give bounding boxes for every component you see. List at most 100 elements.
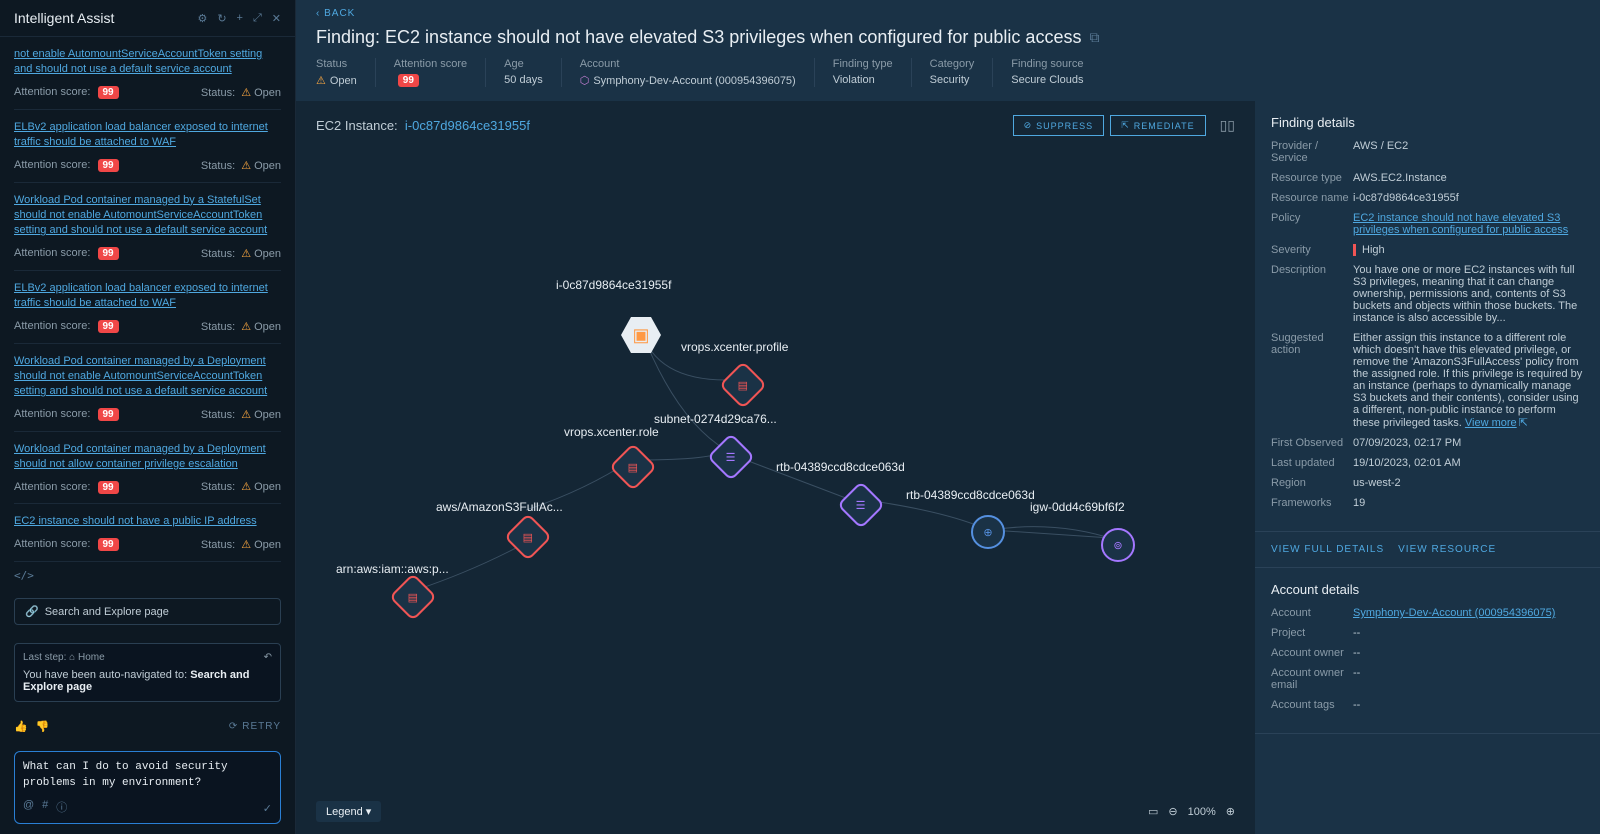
- last-step-box: Last step: ⌂ Home ↶ You have been auto-n…: [14, 643, 281, 702]
- status: Status: ⚠Open: [201, 538, 281, 551]
- top-header: ‹ BACK Finding: EC2 instance should not …: [296, 0, 1600, 101]
- search-explore-label: Search and Explore page: [45, 606, 169, 618]
- details-panel[interactable]: Finding details Provider / ServiceAWS / …: [1255, 101, 1600, 834]
- plus-icon[interactable]: +: [237, 12, 243, 25]
- zoom-in-icon[interactable]: ⊕: [1226, 805, 1235, 818]
- meta-row: Status ⚠Open Attention score 99 Age 50 d…: [316, 58, 1580, 87]
- search-explore-button[interactable]: 🔗 Search and Explore page: [14, 598, 281, 625]
- sidebar: Intelligent Assist ⚙ ↻ + ⤢ ✕ not enable …: [0, 0, 296, 834]
- sidebar-header-icons: ⚙ ↻ + ⤢ ✕: [197, 12, 281, 25]
- refresh-icon[interactable]: ↻: [217, 12, 226, 25]
- node-rtb2[interactable]: ⊕: [971, 515, 1005, 549]
- home-icon: ⌂: [69, 652, 75, 663]
- node-label-s3: aws/AmazonS3FullAc...: [436, 500, 563, 514]
- node-subnet[interactable]: ☰: [714, 440, 748, 474]
- view-resource-link[interactable]: VIEW RESOURCE: [1398, 544, 1496, 555]
- attention-score: Attention score: 99: [14, 320, 119, 332]
- finding-link[interactable]: Workload Pod container managed by a Depl…: [14, 354, 281, 400]
- last-step-value: Home: [78, 652, 105, 663]
- main: ‹ BACK Finding: EC2 instance should not …: [296, 0, 1600, 834]
- status: Status: ⚠Open: [201, 159, 281, 172]
- attention-score: Attention score: 99: [14, 247, 119, 259]
- thumbs-down-icon[interactable]: 👎: [36, 720, 50, 733]
- finding-link[interactable]: EC2 instance should not have a public IP…: [14, 514, 281, 529]
- finding-link[interactable]: Workload Pod container managed by a Depl…: [14, 442, 281, 473]
- status: Status: ⚠Open: [201, 408, 281, 421]
- info-icon[interactable]: ⓘ: [56, 799, 67, 815]
- thumbs-up-icon[interactable]: 👍: [14, 720, 28, 733]
- attention-score: Attention score: 99: [14, 86, 119, 98]
- view-more-link[interactable]: View more: [1465, 417, 1517, 429]
- prompt-input-box[interactable]: What can I do to avoid security problems…: [14, 751, 281, 824]
- fit-icon[interactable]: ▭: [1148, 805, 1158, 818]
- external-icon: ⇱: [1121, 120, 1130, 131]
- code-icon[interactable]: </>: [0, 563, 295, 588]
- finding-details-title: Finding details: [1271, 115, 1584, 130]
- at-icon[interactable]: @: [23, 799, 34, 815]
- finding-link[interactable]: not enable AutomountServiceAccountToken …: [14, 47, 281, 78]
- remediate-button[interactable]: ⇱REMEDIATE: [1110, 115, 1205, 136]
- legend-button[interactable]: Legend ▾: [316, 801, 381, 822]
- sidebar-actions: 👍 👎 ⟳ RETRY: [0, 710, 295, 743]
- finding-title: Finding: EC2 instance should not have el…: [316, 27, 1580, 48]
- status: Status: ⚠Open: [201, 320, 281, 333]
- node-label-rtb1: rtb-04389ccd8cdce063d: [776, 460, 905, 474]
- finding-link[interactable]: Workload Pod container managed by a Stat…: [14, 193, 281, 239]
- suppress-button[interactable]: ⊘SUPPRESS: [1013, 115, 1105, 136]
- sidebar-header: Intelligent Assist ⚙ ↻ + ⤢ ✕: [0, 0, 295, 37]
- finding-link[interactable]: ELBv2 application load balancer exposed …: [14, 281, 281, 312]
- node-label-arn: arn:aws:iam::aws:p...: [336, 562, 449, 576]
- severity-bar: [1353, 244, 1356, 256]
- node-s3[interactable]: ▤: [511, 520, 545, 554]
- policy-link[interactable]: EC2 instance should not have elevated S3…: [1353, 212, 1568, 236]
- external-link-icon: ⇱: [1519, 417, 1528, 429]
- node-profile[interactable]: ▤: [726, 368, 760, 402]
- account-link[interactable]: Symphony-Dev-Account (000954396075): [1353, 607, 1555, 619]
- finding-item[interactable]: EC2 instance should not have a public IP…: [14, 504, 281, 561]
- finding-item[interactable]: ELBv2 application load balancer exposed …: [14, 110, 281, 183]
- status: Status: ⚠Open: [201, 480, 281, 493]
- attention-score: Attention score: 99: [14, 481, 119, 493]
- view-full-details-link[interactable]: VIEW FULL DETAILS: [1271, 544, 1384, 555]
- finding-item[interactable]: Workload Pod container managed by a Stat…: [14, 183, 281, 271]
- copy-icon[interactable]: ⧉: [1089, 29, 1099, 46]
- back-link[interactable]: ‹ BACK: [316, 8, 1580, 19]
- zoom-out-icon[interactable]: ⊖: [1168, 805, 1177, 818]
- sidebar-title: Intelligent Assist: [14, 10, 114, 26]
- finding-link[interactable]: ELBv2 application load balancer exposed …: [14, 120, 281, 151]
- node-label-subnet: subnet-0274d29ca76...: [654, 412, 777, 426]
- node-ec2-instance[interactable]: ▣: [621, 315, 661, 355]
- node-role[interactable]: ▤: [616, 450, 650, 484]
- retry-button[interactable]: ⟳ RETRY: [229, 720, 281, 733]
- close-icon[interactable]: ✕: [272, 12, 281, 25]
- chevron-down-icon: ▾: [366, 806, 372, 818]
- hash-icon[interactable]: #: [42, 799, 48, 815]
- ec2-instance-id[interactable]: i-0c87d9864ce31955f: [405, 118, 530, 133]
- node-label-main: i-0c87d9864ce31955f: [556, 278, 671, 292]
- attention-score: Attention score: 99: [14, 538, 119, 550]
- gear-icon[interactable]: ⚙: [197, 12, 207, 25]
- node-arn[interactable]: ▤: [396, 580, 430, 614]
- expand-icon[interactable]: ⤢: [253, 12, 262, 25]
- finding-item[interactable]: Workload Pod container managed by a Depl…: [14, 344, 281, 432]
- submit-check-icon[interactable]: ✓: [263, 802, 272, 815]
- content-row: EC2 Instance: i-0c87d9864ce31955f ⊘SUPPR…: [296, 101, 1600, 834]
- undo-icon[interactable]: ↶: [264, 652, 272, 663]
- node-igw[interactable]: ⊚: [1101, 528, 1135, 562]
- account-icon: ⬡: [580, 74, 590, 87]
- panel-toggle-icon[interactable]: ▯▯: [1220, 117, 1235, 134]
- link-icon: 🔗: [25, 605, 39, 618]
- finding-item[interactable]: Workload Pod container managed by a Depl…: [14, 432, 281, 505]
- node-label-role: vrops.xcenter.role: [564, 425, 659, 439]
- graph-area: EC2 Instance: i-0c87d9864ce31955f ⊘SUPPR…: [296, 101, 1255, 834]
- node-rtb1[interactable]: ☰: [844, 488, 878, 522]
- graph-canvas[interactable]: ▣ i-0c87d9864ce31955f ▤ vrops.xcenter.pr…: [296, 150, 1255, 789]
- status: Status: ⚠Open: [201, 247, 281, 260]
- finding-item[interactable]: not enable AutomountServiceAccountToken …: [14, 37, 281, 110]
- nav-message: You have been auto-navigated to: Search …: [23, 669, 272, 693]
- zoom-level: 100%: [1188, 806, 1216, 818]
- findings-list[interactable]: not enable AutomountServiceAccountToken …: [0, 37, 295, 563]
- suppress-icon: ⊘: [1024, 120, 1033, 131]
- finding-item[interactable]: ELBv2 application load balancer exposed …: [14, 271, 281, 344]
- warning-icon: ⚠: [316, 74, 326, 87]
